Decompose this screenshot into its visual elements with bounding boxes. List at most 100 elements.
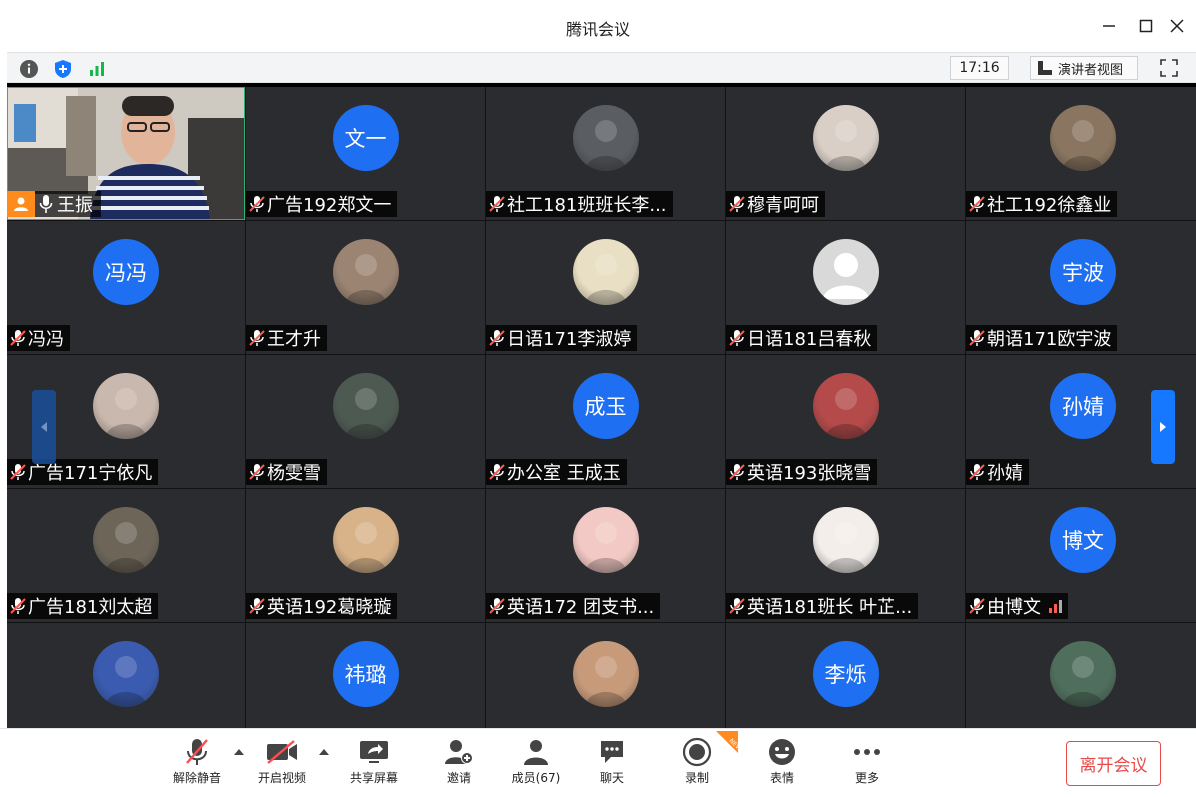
add-user-icon (445, 740, 473, 764)
meeting-window: 腾讯会议 17:16 演讲者视图 王振 文一 广告192郑文一 社工181班班长… (0, 0, 1196, 797)
participant-name: 办公室 王成玉 (507, 463, 621, 484)
avatar (572, 105, 639, 171)
reactions-label: 表情 (769, 771, 794, 785)
members-icon (524, 740, 548, 765)
mic-muted-icon (729, 330, 745, 346)
invite-button[interactable]: 邀请 (424, 737, 494, 793)
avatar (332, 239, 399, 305)
participant-tile[interactable]: 文一广告192郑文一 (246, 87, 485, 220)
participant-tile[interactable]: 宇波 朝语171欧宇波 (966, 221, 1196, 354)
meeting-info-bar: 17:16 演讲者视图 (7, 52, 1196, 83)
unmute-label: 解除静音 (172, 771, 221, 785)
video-options-chevron-icon[interactable] (318, 747, 330, 757)
participant-name: 日语181吕春秋 (747, 329, 872, 350)
participant-tile[interactable]: 英语181班长 叶芷... (726, 489, 965, 622)
start-video-button[interactable]: 开启视频 (247, 737, 317, 793)
mic-muted-icon (969, 196, 985, 212)
participant-name: 王振 (57, 195, 93, 216)
new-badge-icon: NEW (716, 731, 738, 753)
share-screen-icon (360, 741, 388, 763)
participant-tile[interactable]: 英语192葛晓璇 (246, 489, 485, 622)
participant-name: 孙婧 (987, 463, 1023, 484)
mic-muted-icon (729, 196, 745, 212)
mic-on-icon (39, 195, 53, 213)
participant-nametag: 穆青呵呵 (726, 191, 825, 217)
mic-muted-icon (249, 598, 265, 614)
info-button[interactable] (18, 58, 40, 80)
mic-muted-icon (969, 464, 985, 480)
chevron-right-icon (1160, 422, 1166, 432)
participant-nametag: 广告181刘太超 (7, 593, 159, 619)
participant-name: 英语193张晓雪 (747, 463, 872, 484)
avatar (93, 373, 159, 439)
audio-options-chevron-icon[interactable] (233, 747, 245, 757)
participant-tile[interactable]: 日语181吕春秋 (726, 221, 965, 354)
participant-nametag: 冯冯 (7, 325, 70, 351)
participant-tile[interactable]: 社工192徐鑫业 (966, 87, 1196, 220)
participant-tile[interactable]: 王才升 (246, 221, 485, 354)
participant-name: 朝语171欧宇波 (987, 329, 1112, 350)
minimize-button[interactable] (1094, 12, 1124, 40)
next-page-button[interactable] (1151, 390, 1175, 464)
mic-muted-icon (10, 598, 26, 614)
participant-nametag: 办公室 王成玉 (486, 459, 627, 485)
share-screen-button[interactable]: 共享屏幕 (339, 737, 409, 793)
unmute-button[interactable]: 解除静音 (162, 737, 232, 793)
mic-muted-icon (186, 739, 208, 765)
avatar: 文一 (332, 105, 399, 171)
default-avatar-icon (812, 239, 879, 305)
participant-tile[interactable] (7, 623, 245, 728)
speaker-view-button[interactable]: 演讲者视图 (1030, 56, 1138, 80)
leave-meeting-button[interactable]: 离开会议 (1066, 741, 1161, 786)
participant-name: 广告192郑文一 (267, 195, 392, 216)
more-button[interactable]: 更多 (832, 737, 902, 793)
participant-tile[interactable] (966, 623, 1196, 728)
avatar (812, 373, 879, 439)
network-button[interactable] (86, 58, 108, 80)
more-label: 更多 (854, 771, 879, 785)
close-icon (1170, 19, 1184, 33)
participant-tile[interactable]: 王振 (7, 87, 245, 220)
participant-tile[interactable]: 祎璐 (246, 623, 485, 728)
members-button[interactable]: 成员(67) (501, 737, 571, 793)
record-icon (682, 737, 712, 767)
participant-tile[interactable] (486, 623, 725, 728)
participant-nametag: 社工181班班长李... (486, 191, 673, 217)
layout-icon (1038, 61, 1052, 75)
participant-tile[interactable]: 英语193张晓雪 (726, 355, 965, 488)
participant-tile[interactable]: 博文 由博文 (966, 489, 1196, 622)
avatar (332, 373, 399, 439)
participant-nametag: 广告171宁依凡 (7, 459, 159, 485)
participant-tile[interactable]: 李烁 (726, 623, 965, 728)
participant-name: 由博文 (987, 597, 1041, 618)
fullscreen-button[interactable] (1158, 57, 1180, 79)
camera-off-icon (267, 740, 297, 764)
security-button[interactable] (52, 58, 74, 80)
participant-tile[interactable]: 冯冯 冯冯 (7, 221, 245, 354)
chat-button[interactable]: 聊天 (577, 737, 647, 793)
participant-tile[interactable]: 穆青呵呵 (726, 87, 965, 220)
participant-tile[interactable]: 社工181班班长李... (486, 87, 725, 220)
minimize-icon (1103, 25, 1115, 27)
close-button[interactable] (1162, 12, 1192, 40)
participant-name: 穆青呵呵 (747, 195, 819, 216)
host-nametag: 王振 (7, 191, 101, 217)
avatar: 成玉 (572, 373, 639, 439)
participant-tile[interactable]: 成玉办公室 王成玉 (486, 355, 725, 488)
participant-tile[interactable]: 日语171李淑婷 (486, 221, 725, 354)
participant-name: 冯冯 (28, 329, 64, 350)
previous-page-button[interactable] (32, 390, 56, 464)
participant-tile[interactable]: 英语172 团支书... (486, 489, 725, 622)
participant-tile[interactable]: 杨雯雪 (246, 355, 485, 488)
shield-icon (55, 60, 71, 78)
participant-name: 英语172 团支书... (507, 597, 655, 618)
participant-tile[interactable]: 广告181刘太超 (7, 489, 245, 622)
avatar (572, 641, 639, 707)
mic-muted-icon (10, 464, 26, 480)
avatar: 孙婧 (1050, 373, 1116, 439)
participant-nametag: 孙婧 (966, 459, 1029, 485)
reactions-button[interactable]: 表情 (747, 737, 817, 793)
maximize-button[interactable] (1131, 12, 1161, 40)
mic-muted-icon (489, 196, 505, 212)
chat-label: 聊天 (599, 771, 624, 785)
